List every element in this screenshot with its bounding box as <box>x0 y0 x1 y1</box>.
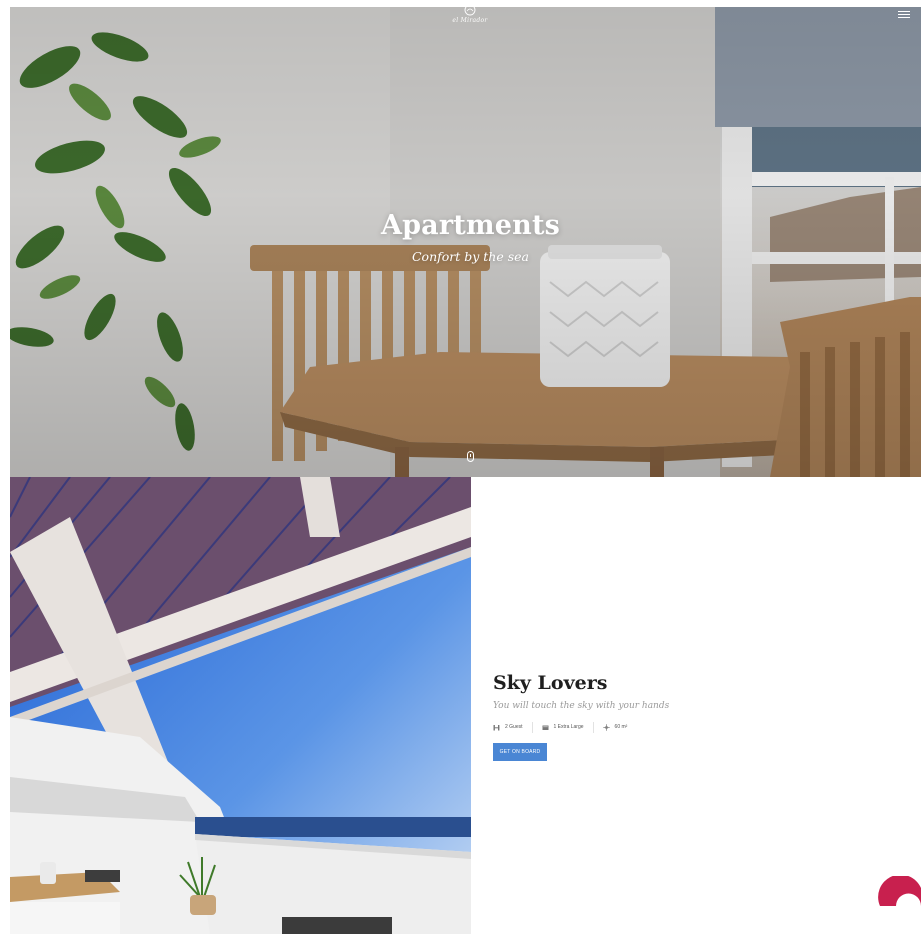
room-card: Sky Lovers You will touch the sky with y… <box>493 671 793 761</box>
room-title[interactable]: Sky Lovers <box>493 671 793 695</box>
feature-area: 60 m² <box>602 723 628 731</box>
decor-arc-icon <box>878 876 921 906</box>
feature-bed: 1 Extra Large <box>542 724 584 731</box>
mouse-scroll-icon[interactable] <box>467 451 474 462</box>
feature-guests-label: 2 Guest <box>505 724 523 730</box>
room-features: 2 Guest 1 Extra Large 60 m² <box>493 721 793 733</box>
room-subtitle: You will touch the sky with your hands <box>493 701 670 711</box>
get-on-board-button[interactable]: GET ON BOARD <box>493 743 547 761</box>
feature-divider <box>592 721 594 733</box>
terrace-image <box>10 477 471 934</box>
area-icon <box>602 723 610 731</box>
feature-area-label: 60 m² <box>614 724 628 730</box>
hero-title: Apartments <box>380 210 561 241</box>
room-photo[interactable] <box>10 477 471 934</box>
logo-wordmark: el Mirador <box>452 17 488 24</box>
feature-guests: 2 Guest <box>493 724 523 731</box>
feature-bed-label: 1 Extra Large <box>553 724 584 730</box>
hero-banner <box>10 7 921 477</box>
site-logo[interactable]: el Mirador <box>448 4 492 24</box>
hero-subtitle: Confort by the sea <box>411 249 529 264</box>
hero-overlay <box>10 7 921 477</box>
bed-icon <box>542 725 549 730</box>
logo-emblem-icon <box>464 4 476 16</box>
guests-icon <box>493 724 500 730</box>
page: el Mirador Apartments Confort by the sea <box>0 0 921 934</box>
feature-divider <box>531 721 533 733</box>
hamburger-menu-icon[interactable] <box>898 11 910 21</box>
